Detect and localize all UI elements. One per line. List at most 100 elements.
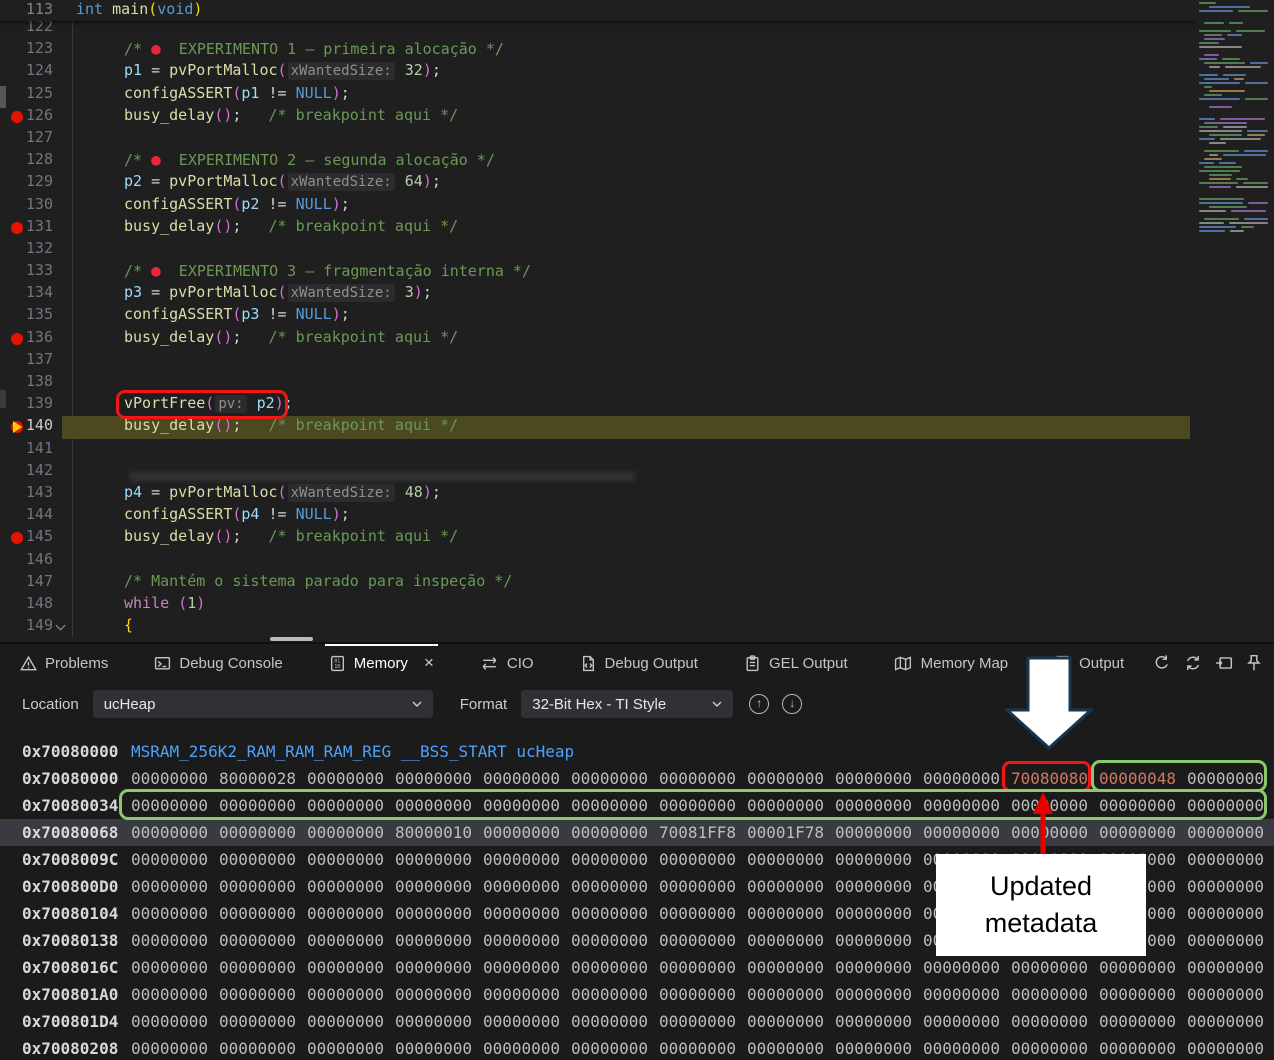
memory-cell[interactable]: 00000000 [219, 900, 296, 927]
code-text[interactable] [62, 372, 1190, 394]
memory-cell[interactable]: 00000000 [571, 900, 648, 927]
code-line-135[interactable]: 135configASSERT(p3 != NULL); [0, 305, 1274, 327]
code-text[interactable] [62, 239, 1190, 261]
memory-cell[interactable]: 00000000 [307, 954, 384, 981]
memory-cell[interactable]: 00000000 [1187, 900, 1264, 927]
memory-cell[interactable]: 00000000 [395, 873, 472, 900]
memory-cell[interactable]: 00000000 [131, 792, 208, 819]
memory-view[interactable]: 0x70080000MSRAM_256K2_RAM_RAM_RAM_REG __… [0, 738, 1274, 1060]
gutter-line-148[interactable]: 148 [0, 594, 62, 616]
memory-cell[interactable]: 00000000 [395, 981, 472, 1008]
gutter-line-137[interactable]: 137 [0, 350, 62, 372]
tab-debug-console[interactable]: Debug Console [154, 644, 282, 682]
memory-cell[interactable]: 00000000 [219, 1008, 296, 1035]
memory-cell[interactable]: 80000028 [219, 765, 296, 792]
memory-cell[interactable]: 00000000 [1099, 1008, 1176, 1035]
memory-cell[interactable]: 00000000 [395, 1035, 472, 1060]
memory-cell[interactable]: 00000000 [1099, 873, 1176, 900]
gutter-line-132[interactable]: 132 [0, 239, 62, 261]
code-line-134[interactable]: 134p3 = pvPortMalloc(xWantedSize: 3); [0, 283, 1274, 305]
code-line-126[interactable]: 126busy_delay(); /* breakpoint aqui */ [0, 106, 1274, 128]
memory-cell[interactable]: 00000000 [923, 1035, 1000, 1060]
close-icon[interactable]: × [424, 653, 434, 673]
code-text[interactable]: /* ● EXPERIMENTO 2 — segunda alocação */ [62, 150, 1190, 172]
code-text[interactable]: busy_delay(); /* breakpoint aqui */ [62, 328, 1190, 350]
memory-cell[interactable]: 00000000 [395, 846, 472, 873]
memory-cell[interactable]: 00000000 [395, 765, 472, 792]
memory-cell[interactable]: 00000000 [483, 1008, 560, 1035]
memory-cell[interactable]: 00000000 [747, 846, 824, 873]
memory-cell[interactable]: 00000000 [395, 927, 472, 954]
memory-cell[interactable]: 00000000 [659, 873, 736, 900]
gutter-line-145[interactable]: 145 [0, 527, 62, 549]
memory-cell[interactable]: 00000000 [923, 927, 1000, 954]
sync-icon[interactable] [1184, 654, 1202, 672]
code-line-136[interactable]: 136busy_delay(); /* breakpoint aqui */ [0, 328, 1274, 350]
memory-cell[interactable]: 00000000 [571, 1035, 648, 1060]
memory-cell[interactable]: 00000000 [1099, 927, 1176, 954]
tab-debug-output[interactable]: Debug Output [580, 644, 698, 682]
code-line-123[interactable]: 123/* ● EXPERIMENTO 1 — primeira alocaçã… [0, 39, 1274, 61]
memory-cell[interactable]: 00000000 [1011, 981, 1088, 1008]
gutter-line-136[interactable]: 136 [0, 328, 62, 350]
memory-cell[interactable]: 00000000 [395, 900, 472, 927]
tab-problems[interactable]: Problems [20, 644, 108, 682]
memory-row-0x70080000[interactable]: 0x70080000000000008000002800000000000000… [0, 765, 1274, 792]
gutter-line-141[interactable]: 141 [0, 439, 62, 461]
memory-cell[interactable]: 00000000 [483, 819, 560, 846]
memory-cell[interactable]: 00000000 [1011, 927, 1088, 954]
gutter-line-149[interactable]: 149 [0, 616, 62, 638]
code-line-149[interactable]: 149{ [0, 616, 1274, 638]
memory-cell[interactable]: 00000000 [1187, 846, 1264, 873]
memory-cell[interactable]: 00000000 [571, 846, 648, 873]
memory-cell[interactable]: 00000000 [307, 819, 384, 846]
memory-cell[interactable]: 00000000 [659, 927, 736, 954]
code-text[interactable]: busy_delay(); /* breakpoint aqui */ [62, 416, 1190, 438]
gutter-line-125[interactable]: 125 [0, 84, 62, 106]
memory-cell[interactable]: 00000000 [307, 981, 384, 1008]
memory-row-0x70080068[interactable]: 0x70080068000000000000000000000000800000… [0, 819, 1274, 846]
memory-cell[interactable]: 00000000 [571, 1008, 648, 1035]
memory-cell[interactable]: 00000000 [1187, 1008, 1264, 1035]
memory-cell[interactable]: 00000000 [307, 1035, 384, 1060]
memory-cell[interactable]: 00000000 [131, 765, 208, 792]
code-line-137[interactable]: 137 [0, 350, 1274, 372]
code-lines[interactable]: 122123/* ● EXPERIMENTO 1 — primeira aloc… [0, 17, 1274, 638]
memory-cell[interactable]: 00000000 [659, 1035, 736, 1060]
memory-cell[interactable]: 00000000 [1099, 981, 1176, 1008]
memory-cell[interactable]: 00000000 [131, 1008, 208, 1035]
breakpoint-icon[interactable] [11, 222, 23, 234]
memory-cell[interactable]: 00000000 [307, 900, 384, 927]
memory-cell[interactable]: 00000000 [923, 981, 1000, 1008]
memory-cell[interactable]: 00000000 [1011, 792, 1088, 819]
memory-cell[interactable]: 00000000 [307, 927, 384, 954]
code-line-131[interactable]: 131busy_delay(); /* breakpoint aqui */ [0, 217, 1274, 239]
code-line-138[interactable]: 138 [0, 372, 1274, 394]
memory-cell[interactable]: 00000000 [483, 873, 560, 900]
memory-cell[interactable]: 00000000 [1099, 792, 1176, 819]
gutter-line-128[interactable]: 128 [0, 150, 62, 172]
memory-cell[interactable]: 00000000 [571, 765, 648, 792]
memory-cell[interactable]: 00000000 [923, 873, 1000, 900]
code-text[interactable] [62, 350, 1190, 372]
code-text[interactable]: busy_delay(); /* breakpoint aqui */ [62, 527, 1190, 549]
code-text[interactable]: /* Mantém o sistema parado para inspeção… [62, 572, 1190, 594]
gutter-line-146[interactable]: 146 [0, 550, 62, 572]
memory-cell[interactable]: 00000000 [835, 927, 912, 954]
memory-cell[interactable]: 00000000 [1011, 819, 1088, 846]
memory-cell[interactable]: 00000000 [483, 954, 560, 981]
memory-cell[interactable]: 00000000 [659, 981, 736, 1008]
gutter-line-135[interactable]: 135 [0, 305, 62, 327]
memory-cell[interactable]: 00000000 [131, 954, 208, 981]
code-line-124[interactable]: 124p1 = pvPortMalloc(xWantedSize: 32); [0, 61, 1274, 83]
memory-row-0x700801A0[interactable]: 0x700801A0000000000000000000000000000000… [0, 981, 1274, 1008]
gutter-line-140[interactable]: 140 [0, 416, 62, 438]
memory-cell[interactable]: 00000000 [659, 900, 736, 927]
code-text[interactable]: p4 = pvPortMalloc(xWantedSize: 48); [62, 483, 1190, 505]
code-line-148[interactable]: 148while (1) [0, 594, 1274, 616]
memory-cell[interactable]: 00000000 [659, 954, 736, 981]
location-dropdown[interactable]: ucHeap [93, 690, 433, 718]
code-line-130[interactable]: 130configASSERT(p2 != NULL); [0, 195, 1274, 217]
memory-cell[interactable]: 00000000 [483, 846, 560, 873]
memory-cell[interactable]: 00000000 [571, 927, 648, 954]
